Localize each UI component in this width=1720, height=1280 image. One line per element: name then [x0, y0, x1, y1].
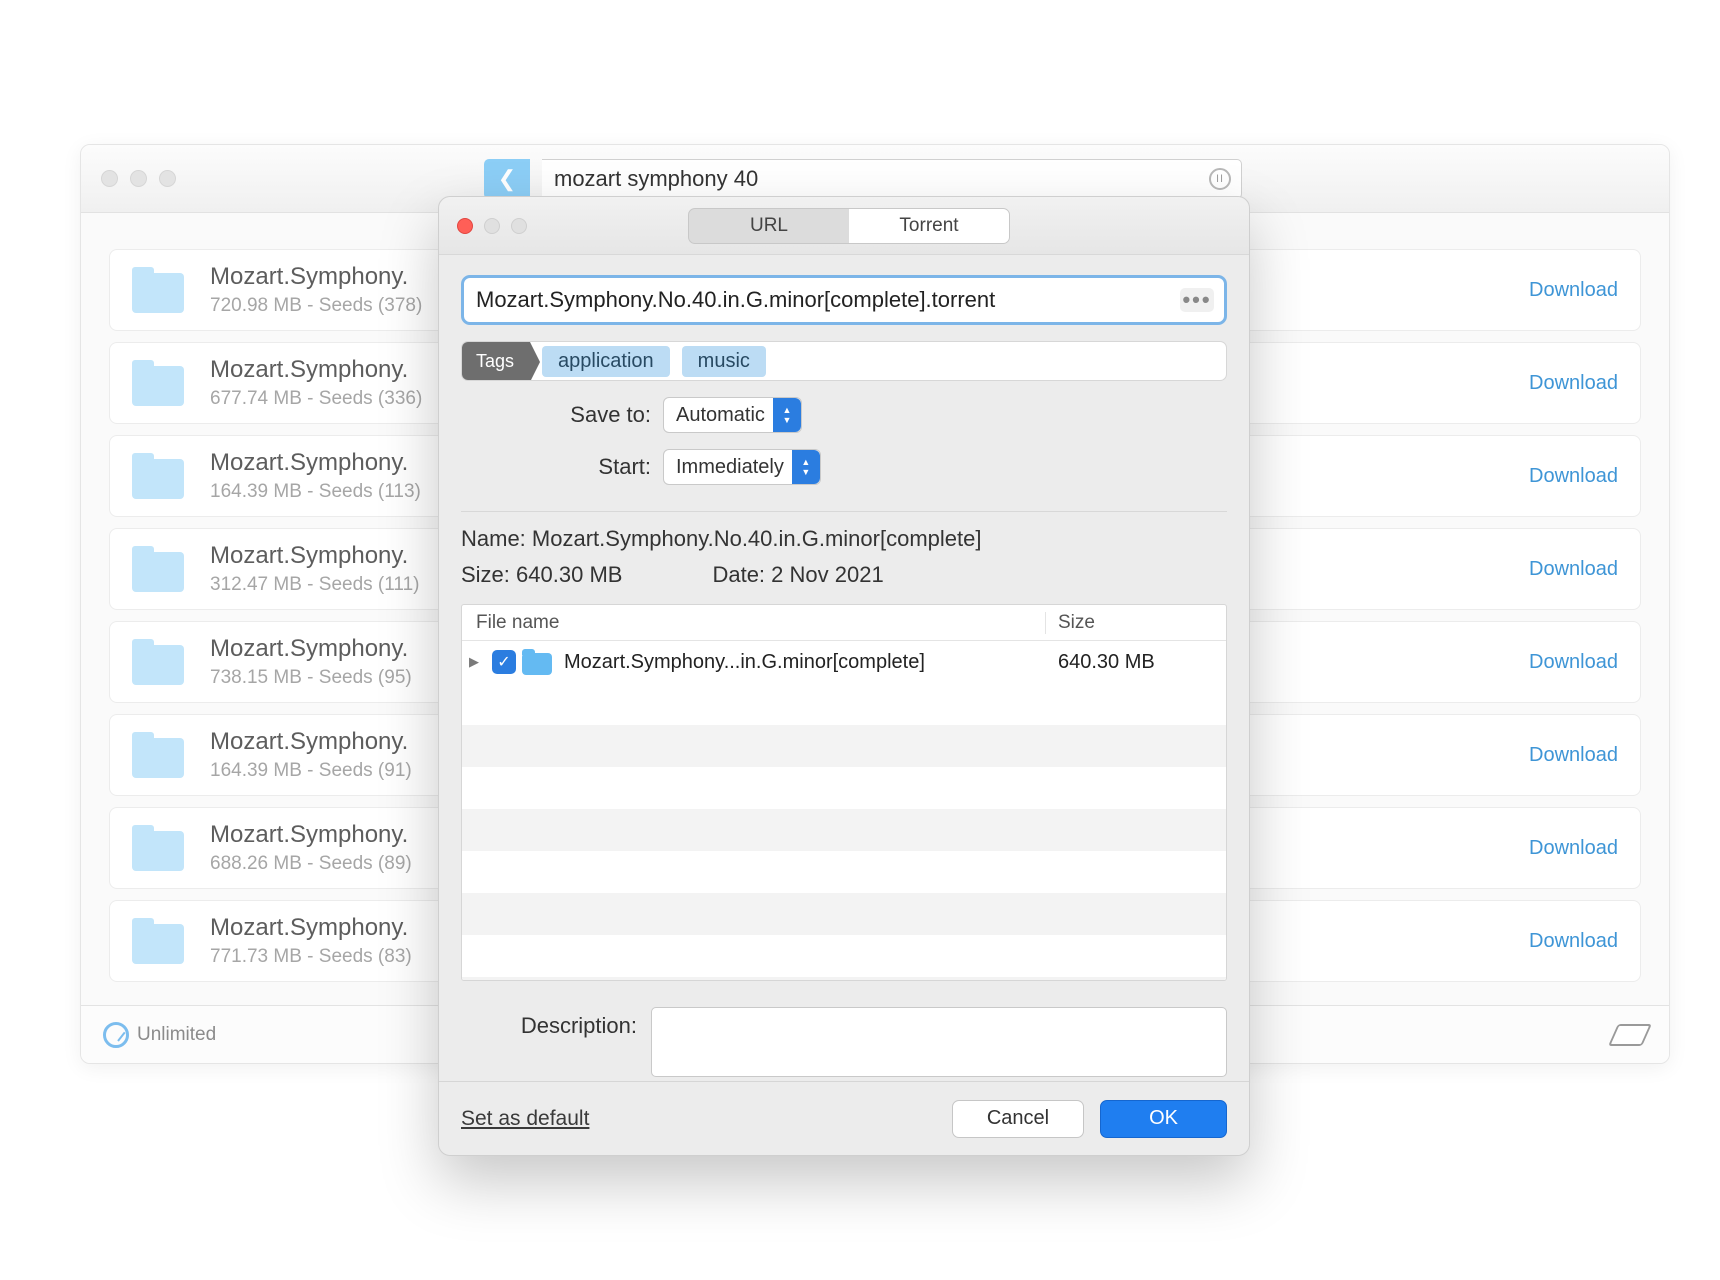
download-button[interactable]: Download: [1529, 837, 1618, 860]
close-icon[interactable]: [457, 218, 473, 234]
file-name: Mozart.Symphony...in.G.minor[complete]: [560, 651, 1046, 674]
window-controls[interactable]: [101, 170, 176, 187]
folder-icon: [132, 639, 184, 685]
chevron-updown-icon: ▲▼: [792, 450, 820, 484]
minimize-icon: [484, 218, 500, 234]
add-download-sheet: URL Torrent Mozart.Symphony.No.40.in.G.m…: [438, 196, 1250, 1156]
download-button[interactable]: Download: [1529, 930, 1618, 953]
save-to-select[interactable]: Automatic ▲▼: [663, 397, 802, 433]
download-button[interactable]: Download: [1529, 744, 1618, 767]
download-button[interactable]: Download: [1529, 372, 1618, 395]
description-label: Description:: [497, 1007, 637, 1077]
zoom-icon[interactable]: [159, 170, 176, 187]
torrent-path-text: Mozart.Symphony.No.40.in.G.minor[complet…: [476, 287, 995, 313]
sheet-footer: Set as default Cancel OK: [439, 1081, 1249, 1155]
folder-icon: [132, 453, 184, 499]
close-icon[interactable]: [101, 170, 118, 187]
browse-button[interactable]: •••: [1180, 288, 1214, 312]
pause-icon[interactable]: II: [1209, 168, 1231, 190]
size-label: Size:: [461, 562, 510, 587]
start-label: Start:: [531, 454, 651, 480]
save-to-value: Automatic: [676, 404, 765, 427]
search-text: mozart symphony 40: [554, 166, 758, 192]
zoom-icon: [511, 218, 527, 234]
folder-icon: [132, 732, 184, 778]
save-to-label: Save to:: [531, 402, 651, 428]
date-label: Date:: [712, 562, 765, 587]
speed-control[interactable]: Unlimited: [103, 1022, 216, 1048]
tab-url[interactable]: URL: [689, 209, 849, 243]
file-table-empty-rows: [462, 683, 1226, 980]
download-button[interactable]: Download: [1529, 651, 1618, 674]
checkbox[interactable]: ✓: [492, 650, 516, 674]
tab-torrent[interactable]: Torrent: [849, 209, 1009, 243]
date-value: 2 Nov 2021: [771, 562, 884, 587]
folder-icon: [132, 918, 184, 964]
mode-segmented-control[interactable]: URL Torrent: [688, 208, 1010, 244]
tags-label: Tags: [462, 342, 530, 380]
disclosure-triangle-icon[interactable]: ▶: [462, 654, 486, 670]
back-button[interactable]: ❮: [484, 159, 530, 199]
file-row[interactable]: ▶ ✓ Mozart.Symphony...in.G.minor[complet…: [462, 641, 1226, 683]
description-input[interactable]: [651, 1007, 1227, 1077]
folder-icon: [522, 649, 552, 675]
tags-field[interactable]: Tags application music: [461, 341, 1227, 381]
cancel-button[interactable]: Cancel: [952, 1100, 1084, 1138]
torrent-path-input[interactable]: Mozart.Symphony.No.40.in.G.minor[complet…: [461, 275, 1227, 325]
name-label: Name:: [461, 526, 526, 551]
gauge-icon: [103, 1022, 129, 1048]
speed-label: Unlimited: [137, 1024, 216, 1046]
ok-button[interactable]: OK: [1100, 1100, 1227, 1138]
file-table[interactable]: File name Size ▶ ✓ Mozart.Symphony...in.…: [461, 604, 1227, 981]
file-size: 640.30 MB: [1046, 651, 1226, 674]
torrent-meta: Name: Mozart.Symphony.No.40.in.G.minor[c…: [461, 511, 1227, 588]
set-default-link[interactable]: Set as default: [461, 1107, 589, 1131]
download-button[interactable]: Download: [1529, 279, 1618, 302]
col-size[interactable]: Size: [1046, 612, 1226, 634]
sheet-titlebar: URL Torrent: [439, 197, 1249, 255]
sheet-window-controls[interactable]: [457, 218, 527, 234]
download-button[interactable]: Download: [1529, 558, 1618, 581]
tag-chip[interactable]: application: [542, 346, 670, 377]
chevron-left-icon: ❮: [498, 166, 516, 192]
tag-chip[interactable]: music: [682, 346, 766, 377]
size-value: 640.30 MB: [516, 562, 622, 587]
download-button[interactable]: Download: [1529, 465, 1618, 488]
eraser-icon[interactable]: [1608, 1024, 1652, 1046]
folder-icon: [132, 546, 184, 592]
start-select[interactable]: Immediately ▲▼: [663, 449, 821, 485]
minimize-icon[interactable]: [130, 170, 147, 187]
folder-icon: [132, 267, 184, 313]
search-input[interactable]: mozart symphony 40 II: [542, 159, 1242, 199]
chevron-updown-icon: ▲▼: [773, 398, 801, 432]
folder-icon: [132, 360, 184, 406]
col-file-name[interactable]: File name: [462, 612, 1046, 634]
name-value: Mozart.Symphony.No.40.in.G.minor[complet…: [532, 526, 982, 551]
folder-icon: [132, 825, 184, 871]
file-table-header: File name Size: [462, 605, 1226, 641]
start-value: Immediately: [676, 456, 784, 479]
